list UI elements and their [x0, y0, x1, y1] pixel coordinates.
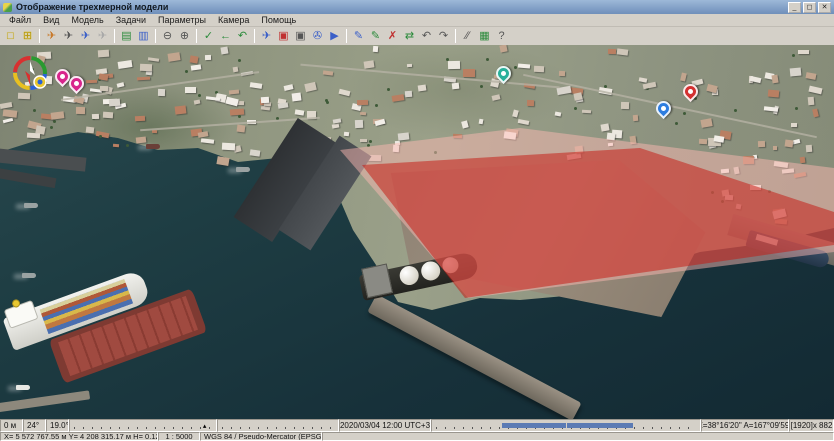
cursor-coordinates: X= 5 572 767.55 м Y= 4 208 315.17 м H= 0…: [0, 432, 158, 441]
toolbar-group-6: ✎✎✗⇄↶↷: [350, 28, 452, 44]
toolbar-group-4: ✓←↶: [200, 28, 251, 44]
resolution-value: [1920]x 882: [789, 419, 834, 432]
viewport-3d[interactable]: [0, 45, 834, 419]
toolbar-separator: [254, 29, 255, 43]
camera-fov-value: 19.0°: [46, 419, 69, 432]
camera-pitch-value: 24°: [23, 419, 46, 432]
toolbar-separator: [114, 29, 115, 43]
toolbar: □⊞✈✈✈✈▤▥⊖⊕✓←↶✈▣▣✇▶✎✎✗⇄↶↷∕∕▦?: [0, 27, 834, 45]
undo-icon[interactable]: ↶: [418, 28, 435, 44]
menu-item-3[interactable]: Задачи: [111, 15, 151, 25]
minimize-button[interactable]: _: [788, 2, 801, 13]
toolbar-group-5: ✈▣▣✇▶: [258, 28, 343, 44]
menu-item-4[interactable]: Параметры: [153, 15, 211, 25]
menu-item-0[interactable]: Файл: [4, 15, 36, 25]
datetime-value: 2020/03/04 12:00 UTC+3: [339, 419, 431, 432]
photo-camera-icon[interactable]: ▣: [292, 28, 309, 44]
toolbar-separator: [346, 29, 347, 43]
status-bar-2: X= 5 572 767.55 м Y= 4 208 315.17 м H= 0…: [0, 432, 834, 441]
markers-layer: [0, 45, 834, 419]
window-controls: _◻✕: [788, 2, 831, 13]
toolbar-group-7: ∕∕▦?: [459, 28, 510, 44]
pitch-slider-marker[interactable]: ▴: [203, 422, 207, 430]
status-filler: [322, 432, 834, 441]
toolbar-separator: [39, 29, 40, 43]
time-range-slider[interactable]: [431, 419, 701, 432]
time-slider-divider: [566, 423, 567, 428]
apply-view-icon[interactable]: ✓: [200, 28, 217, 44]
time-slider-fill[interactable]: [502, 423, 633, 428]
toolbar-separator: [155, 29, 156, 43]
video-camera-icon[interactable]: ✇: [309, 28, 326, 44]
plane-marker-orange-icon[interactable]: ✈: [43, 28, 60, 44]
context-help-icon[interactable]: ?: [493, 28, 510, 44]
swap-route-icon[interactable]: ⇄: [401, 28, 418, 44]
close-button[interactable]: ✕: [818, 2, 831, 13]
restore-button[interactable]: ◻: [803, 2, 816, 13]
camera-marker-teal[interactable]: [493, 63, 514, 84]
title-bar: Отображение трехмерной модели _◻✕: [0, 0, 834, 14]
play-icon[interactable]: ▶: [326, 28, 343, 44]
pitch-slider[interactable]: ▴: [69, 419, 217, 432]
window-title: Отображение трехмерной модели: [16, 2, 788, 12]
toolbar-separator: [455, 29, 456, 43]
camera-marker-blue[interactable]: [653, 98, 674, 119]
app-window: Отображение трехмерной модели _◻✕ ФайлВи…: [0, 0, 834, 441]
redo-icon[interactable]: ↷: [435, 28, 452, 44]
map-scale: 1 : 5000: [158, 432, 200, 441]
layers-green-icon[interactable]: ▤: [118, 28, 135, 44]
app-icon: [3, 3, 12, 12]
menu-item-1[interactable]: Вид: [38, 15, 64, 25]
delete-point-icon[interactable]: ✗: [384, 28, 401, 44]
menu-item-6[interactable]: Помощь: [256, 15, 301, 25]
toolbar-group-3: ⊖⊕: [159, 28, 193, 44]
plane-marker-green-icon[interactable]: ✈: [60, 28, 77, 44]
flight-mode-icon[interactable]: ✈: [258, 28, 275, 44]
undo-view-icon[interactable]: ↶: [234, 28, 251, 44]
camera-height-value: 0 м: [0, 419, 23, 432]
toolbar-group-2: ▤▥: [118, 28, 152, 44]
zoom-in-icon[interactable]: ⊕: [176, 28, 193, 44]
zoom-slider[interactable]: [217, 419, 339, 432]
menu-item-2[interactable]: Модель: [66, 15, 108, 25]
select-rect-icon[interactable]: □: [2, 28, 19, 44]
snapshot-icon[interactable]: ▦: [476, 28, 493, 44]
select-multi-icon[interactable]: ⊞: [19, 28, 36, 44]
vehicle-mode-icon[interactable]: ▣: [275, 28, 292, 44]
camera-marker-red[interactable]: [680, 81, 701, 102]
zoom-out-icon[interactable]: ⊖: [159, 28, 176, 44]
draw-route-icon[interactable]: ✎: [350, 28, 367, 44]
draw-route-alt-icon[interactable]: ✎: [367, 28, 384, 44]
zoom-slider-ticks: [222, 425, 334, 429]
toolbar-group-1: ✈✈✈✈: [43, 28, 111, 44]
toolbar-separator: [196, 29, 197, 43]
menu-item-5[interactable]: Камера: [213, 15, 254, 25]
toolbar-group-0: □⊞: [2, 28, 36, 44]
back-view-icon[interactable]: ←: [217, 28, 234, 44]
menu-bar: ФайлВидМодельЗадачиПараметрыКамераПомощь: [0, 14, 834, 27]
pitch-slider-ticks: [74, 425, 212, 429]
crs-label: WGS 84 / Pseudo-Mercator (EPSG: 3857): [200, 432, 322, 441]
plane-marker-disabled-icon[interactable]: ✈: [94, 28, 111, 44]
plane-marker-blue-icon[interactable]: ✈: [77, 28, 94, 44]
layers-blue-icon[interactable]: ▥: [135, 28, 152, 44]
status-bar: 0 м 24° 19.0° ▴ 2020/03/04 12:00 UTC+3 Z…: [0, 419, 834, 432]
measure-icon[interactable]: ∕∕: [459, 28, 476, 44]
azimuth-zenith-value: Z=38°16'20" A=167°09'59": [701, 419, 789, 432]
